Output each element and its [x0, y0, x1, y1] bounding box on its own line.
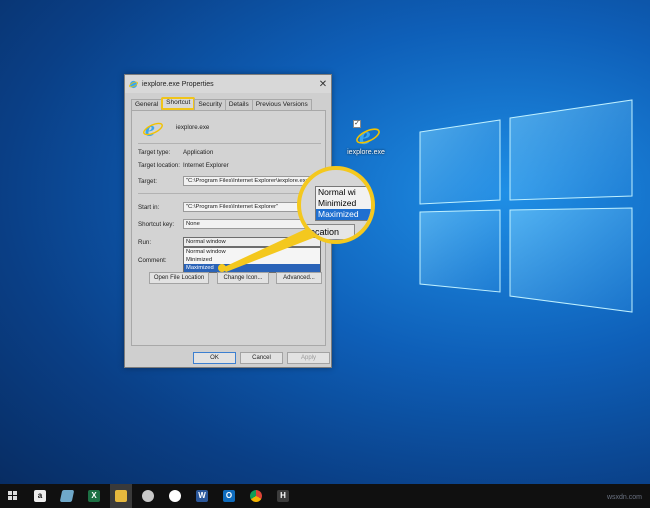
- outlook-icon[interactable]: O: [218, 484, 240, 508]
- app-name: iexplore.exe: [176, 124, 210, 131]
- excel-icon[interactable]: X: [83, 484, 105, 508]
- internet-explorer-icon: [129, 80, 138, 88]
- start-icon[interactable]: [2, 484, 24, 508]
- dialog-titlebar[interactable]: iexplore.exe Properties ✕: [125, 75, 331, 93]
- cancel-button[interactable]: Cancel: [240, 352, 283, 364]
- run-label: Run:: [138, 239, 152, 246]
- run-option-maximized[interactable]: Maximized: [184, 264, 320, 272]
- amazon-icon[interactable]: a: [29, 484, 51, 508]
- zoomed-open-location-button: ocation: [303, 224, 355, 240]
- run-option-normal-window[interactable]: Normal window: [184, 248, 320, 256]
- open-file-location-button[interactable]: Open File Location: [149, 272, 209, 284]
- comment-label: Comment:: [138, 257, 167, 264]
- shortcut-key-label: Shortcut key:: [138, 221, 175, 228]
- shortcut-panel: e iexplore.exe Target type: Application …: [131, 110, 326, 346]
- watermark: wsxdn.com: [606, 494, 642, 501]
- start-in-label: Start in:: [138, 204, 160, 211]
- desktop-icon-label: iexplore.exe: [347, 149, 385, 156]
- target-location-label: Target location:: [138, 162, 180, 169]
- taskbar: a X W O H: [0, 484, 650, 508]
- ok-button[interactable]: OK: [193, 352, 236, 364]
- app-icon[interactable]: H: [272, 484, 294, 508]
- desktop-shortcut-iexplore[interactable]: ✓ e iexplore.exe: [346, 120, 390, 156]
- zoomed-option-minimized: Minimized: [318, 198, 357, 208]
- tab-details[interactable]: Details: [224, 99, 253, 110]
- tab-strip: General Shortcut Security Details Previo…: [131, 97, 312, 110]
- run-option-minimized[interactable]: Minimized: [184, 256, 320, 264]
- tab-previous-versions[interactable]: Previous Versions: [251, 99, 312, 110]
- divider: [138, 143, 321, 144]
- word-icon[interactable]: W: [191, 484, 213, 508]
- checkbox-icon[interactable]: ✓: [353, 120, 361, 128]
- file-explorer-icon[interactable]: [110, 484, 132, 508]
- run-select[interactable]: Normal window: [183, 237, 321, 247]
- target-field[interactable]: "C:\Program Files\Internet Explorer\iexp…: [183, 176, 321, 186]
- apply-button[interactable]: Apply: [287, 352, 330, 364]
- change-icon-button[interactable]: Change Icon...: [217, 272, 269, 284]
- advanced-button[interactable]: Advanced...: [276, 272, 322, 284]
- dialog-title: iexplore.exe Properties: [142, 80, 214, 88]
- target-type-label: Target type:: [138, 149, 171, 156]
- chrome-icon[interactable]: [245, 484, 267, 508]
- photos-icon[interactable]: [164, 484, 186, 508]
- target-type-value: Application: [183, 149, 214, 156]
- divider: [138, 193, 321, 194]
- tab-shortcut[interactable]: Shortcut: [161, 97, 196, 110]
- tab-security[interactable]: Security: [194, 99, 226, 110]
- paint-icon[interactable]: [137, 484, 159, 508]
- zoom-magnifier: Normal wi Minimized Maximized ocation: [297, 166, 375, 244]
- target-label: Target:: [138, 178, 157, 185]
- target-location-value: Internet Explorer: [183, 162, 229, 169]
- tab-general[interactable]: General: [131, 99, 163, 110]
- internet-explorer-icon: e: [143, 117, 163, 139]
- zoomed-run-dropdown: Normal wi Minimized Maximized: [315, 186, 371, 221]
- close-icon[interactable]: ✕: [315, 79, 331, 90]
- zoomed-option-maximized: Maximized: [316, 209, 371, 220]
- zoomed-option-normal-window: Normal wi: [318, 187, 356, 197]
- run-dropdown-list: Normal window Minimized Maximized: [183, 247, 321, 273]
- files-icon[interactable]: [56, 484, 78, 508]
